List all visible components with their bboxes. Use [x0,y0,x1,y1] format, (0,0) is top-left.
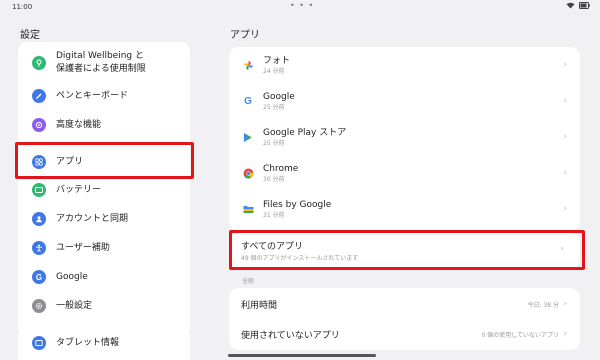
chevron-right-icon: › [563,132,567,142]
app-last-used: 25 分前 [263,103,285,111]
sidebar-item-label: Google [56,271,88,282]
status-dots: • • • [290,1,315,10]
app-row-files[interactable]: Files by Google 31 分前 › [241,191,571,227]
sidebar-item-label: アカウントと同期 [56,213,129,224]
gear-icon [32,299,46,313]
tablet-icon [32,336,46,350]
sidebar-item-label: ユーザー補助 [56,242,110,253]
sidebar-item-general-settings[interactable]: 一般設定 [32,299,92,313]
status-bar: 11:00 • • • [0,0,600,16]
sidebar-item-label: 保護者による使用制限 [56,64,146,74]
app-row-play-store[interactable]: Google Play ストア 25 分前 › [241,119,571,155]
unused-apps-row[interactable]: 使用されていないアプリ 0 個の使用していないアプリ › [241,320,571,348]
sidebar-item-label: タブレット情報 [56,337,120,348]
usage-time-row[interactable]: 利用時間 今日: 38 分 › [241,290,571,318]
sidebar-item-label: 一般設定 [56,300,93,311]
page-title: アプリ [230,30,260,41]
chevron-right-icon: › [563,329,567,339]
app-name: Google [263,91,295,102]
wifi-icon [566,2,575,9]
app-name: Google Play ストア [263,127,347,138]
sidebar-item-digital-wellbeing[interactable]: Digital Wellbeing と 保護者による使用制限 [32,50,146,76]
account-icon [32,212,46,226]
status-icons [566,2,590,9]
general-card: 利用時間 今日: 38 分 › 使用されていないアプリ 0 個の使用していないア… [229,288,580,350]
sidebar-item-advanced[interactable]: 高度な機能 [32,118,101,132]
app-row-chrome[interactable]: Chrome 30 分前 › [241,155,571,191]
accessibility-icon [32,241,46,255]
chevron-right-icon: › [563,299,567,309]
sidebar-item-label: バッテリー [56,184,102,195]
status-time: 11:00 [12,3,33,11]
section-header-general: 全般 [242,278,255,285]
google-app-icon: G [244,95,252,107]
app-row-google[interactable]: G Google 25 分前 › [241,83,571,119]
sidebar-item-label: Digital Wellbeing と [56,51,144,61]
app-name: Chrome [263,163,299,174]
pen-icon [32,89,46,103]
app-row-photos[interactable]: フォト 24 分前 › [241,47,571,83]
sidebar-item-google[interactable]: G Google [32,270,88,284]
app-last-used: 31 分前 [263,211,285,219]
advanced-icon [32,118,46,132]
chevron-right-icon: › [563,204,567,214]
settings-title: 設定 [20,30,40,41]
highlight-all-apps [229,230,585,270]
play-store-icon [241,130,255,144]
app-last-used: 30 分前 [263,175,285,183]
chevron-right-icon: › [563,60,567,70]
sidebar-item-label: 高度な機能 [56,119,102,130]
sidebar-item-pen-keyboard[interactable]: ペンとキーボード [32,89,128,103]
settings-sidebar: 設定 Digital Wellbeing と 保護者による使用制限 ペンとキーボ… [18,16,190,360]
google-icon: G [32,270,46,284]
usage-time-label: 利用時間 [241,300,278,311]
wellbeing-icon [32,56,46,70]
usage-time-value: 今日: 38 分 [527,301,559,309]
sidebar-item-accessibility[interactable]: ユーザー補助 [32,241,110,255]
photos-icon [241,58,255,72]
recent-apps-card: フォト 24 分前 › G Google 25 分前 › Google Play… [229,47,580,231]
unused-apps-label: 使用されていないアプリ [241,330,340,341]
unused-apps-value: 0 個の使用していないアプリ [481,331,559,339]
battery-status-icon [579,2,590,9]
files-icon [241,202,255,216]
sidebar-item-battery[interactable]: バッテリー [32,183,101,197]
sidebar-item-label: ペンとキーボード [56,90,129,101]
highlight-apps-sidebar [15,142,194,179]
battery-icon [32,183,46,197]
chevron-right-icon: › [563,168,567,178]
app-last-used: 25 分前 [263,139,285,147]
app-name: Files by Google [263,199,332,210]
chevron-right-icon: › [563,96,567,106]
chrome-icon [241,166,255,180]
app-name: フォト [263,55,291,66]
sidebar-item-tablet-info[interactable]: タブレット情報 [32,336,119,350]
sidebar-item-accounts[interactable]: アカウントと同期 [32,212,128,226]
home-indicator[interactable] [228,354,376,357]
app-last-used: 24 分前 [263,67,285,75]
